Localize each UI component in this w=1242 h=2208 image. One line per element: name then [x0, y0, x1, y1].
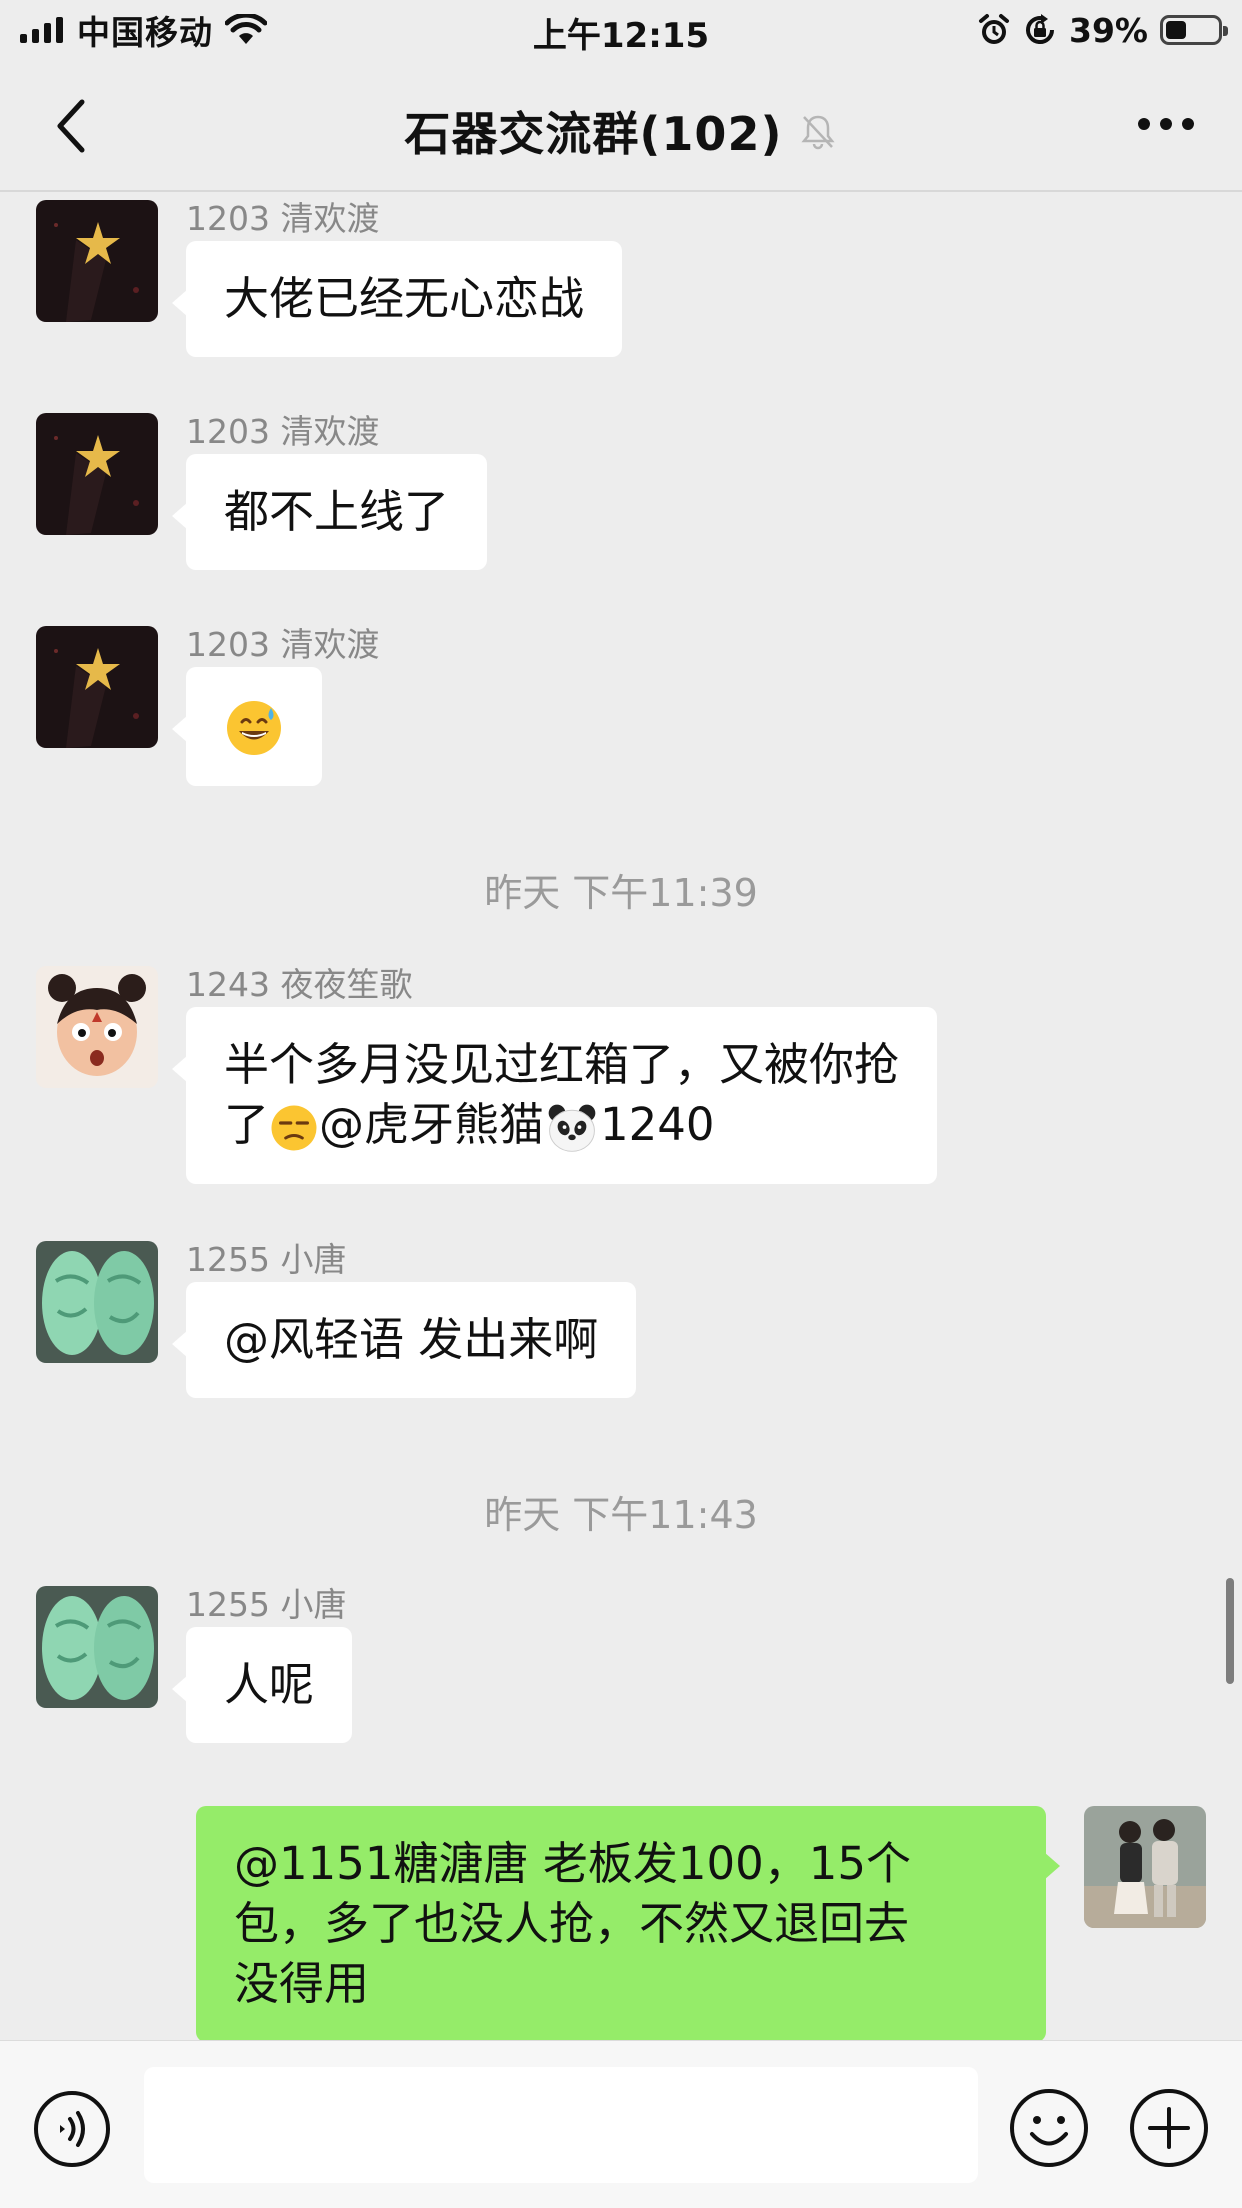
- message-text: 1240: [600, 1098, 715, 1151]
- message-text-line: @1151糖溏唐 老板发100，15个: [234, 1837, 911, 1890]
- alarm-icon: [979, 14, 1009, 44]
- message-bubble[interactable]: @风轻语 发出来啊: [171, 1282, 637, 1398]
- more-icon[interactable]: [1138, 118, 1194, 130]
- avatar[interactable]: [36, 200, 158, 322]
- message-bubble[interactable]: [172, 667, 322, 786]
- chat-title: 石器交流群(102): [404, 107, 783, 161]
- message-bubble[interactable]: 都不上线了: [171, 454, 488, 570]
- nav-bar: 石器交流群(102): [0, 60, 1242, 192]
- sender-name: 1243 夜夜笙歌: [186, 965, 413, 1004]
- battery-percent: 39%: [1069, 10, 1148, 50]
- avatar[interactable]: [36, 413, 158, 535]
- message-text-line: 了 @虎牙熊猫 1240: [224, 1095, 899, 1156]
- status-right: 39%: [977, 10, 1228, 50]
- scrollbar[interactable]: [1226, 1578, 1234, 1684]
- avatar[interactable]: [36, 626, 158, 748]
- sender-name: 1255 小唐: [186, 1585, 347, 1624]
- sweat-smile-emoji: [227, 701, 281, 755]
- avatar[interactable]: [36, 1586, 158, 1708]
- mention-text[interactable]: @虎牙熊猫: [319, 1098, 544, 1151]
- avatar[interactable]: [36, 1241, 158, 1363]
- message-text-line: 没得用: [234, 1957, 370, 2010]
- message-list[interactable]: 1203 清欢渡 大佬已经无心恋战 1203 清欢渡 都不上线了 1203 清欢…: [0, 192, 1242, 2040]
- rotation-lock-icon: [1026, 14, 1054, 44]
- avatar[interactable]: [1084, 1806, 1206, 1928]
- sender-name: 1203 清欢渡: [186, 199, 380, 238]
- chat-screen: 中国移动 上午12:15 39% 石器交流群(102) 1203 清欢渡 大佬已…: [0, 0, 1242, 2208]
- message-text-line: 半个多月没见过红箱了，又被你抢: [224, 1038, 900, 1091]
- sender-name: 1203 清欢渡: [186, 412, 380, 451]
- title-wrap: 石器交流群(102): [0, 98, 1242, 164]
- status-bar: 中国移动 上午12:15 39%: [0, 0, 1242, 60]
- message-text-line: 包，多了也没人抢，不然又退回去: [234, 1897, 910, 1950]
- bell-mute-icon: [800, 115, 835, 150]
- message-bubble[interactable]: 大佬已经无心恋战: [171, 241, 623, 357]
- timestamp: 昨天 下午11:39: [484, 871, 758, 915]
- message-bubble[interactable]: @1151糖溏唐 老板发100，15个 包，多了也没人抢，不然又退回去 没得用: [196, 1806, 1060, 2040]
- plus-icon[interactable]: [1128, 2087, 1210, 2169]
- message-input[interactable]: [144, 2067, 978, 2183]
- battery-icon: [1160, 15, 1228, 45]
- emoji-icon[interactable]: [1008, 2087, 1090, 2169]
- message-text: 了: [224, 1098, 270, 1151]
- sender-name: 1255 小唐: [186, 1240, 347, 1279]
- input-bar: [0, 2040, 1242, 2208]
- battery-level: [1166, 21, 1186, 39]
- timestamp: 昨天 下午11:43: [484, 1493, 758, 1537]
- sender-name: 1203 清欢渡: [186, 625, 380, 664]
- voice-icon[interactable]: [32, 2089, 112, 2169]
- panda-emoji: [548, 1104, 596, 1152]
- message-bubble[interactable]: 半个多月没见过红箱了，又被你抢 了 @虎牙熊猫 1240: [171, 1007, 938, 1184]
- unamused-emoji: [271, 1105, 317, 1151]
- message-bubble[interactable]: 人呢: [171, 1627, 353, 1743]
- avatar[interactable]: [36, 966, 158, 1088]
